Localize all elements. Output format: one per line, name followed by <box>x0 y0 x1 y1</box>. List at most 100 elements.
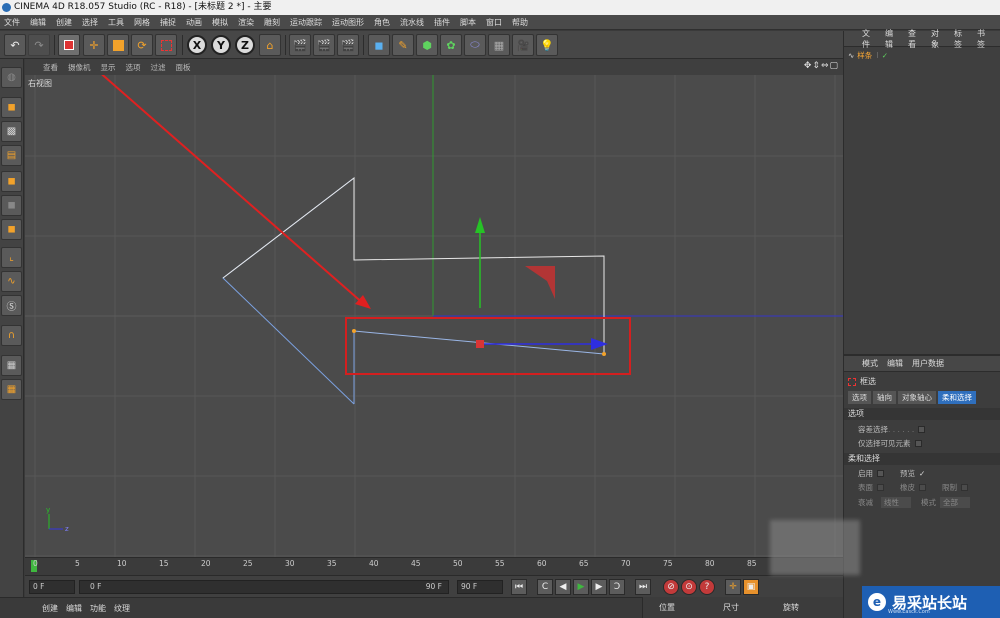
object-manager-menu-item-2[interactable]: 查看 <box>908 28 922 50</box>
floor-button[interactable]: ▦ <box>488 34 510 56</box>
viewport-menu-item-2[interactable]: 显示 <box>101 62 116 73</box>
menu-item-14[interactable]: 流水线 <box>400 17 424 28</box>
move-tool-button[interactable]: ✛ <box>83 34 105 56</box>
axis-mode-button[interactable]: ⌞ <box>1 247 22 268</box>
redo-button[interactable]: ↷ <box>28 34 50 56</box>
tolerant-select-row[interactable]: 容差选择. . . . . . <box>858 424 926 435</box>
object-manager-menu-item-1[interactable]: 编辑 <box>885 28 899 50</box>
menu-item-13[interactable]: 角色 <box>374 17 390 28</box>
y-axis-lock-button[interactable]: Y <box>211 35 231 55</box>
workplane-align-button[interactable]: ▦ <box>1 379 22 400</box>
surface-row[interactable]: 表面 橡皮 限制 <box>858 482 968 493</box>
start-frame-field[interactable]: 0 F <box>29 580 75 594</box>
deformer-button[interactable]: ⬭ <box>464 34 486 56</box>
section-options[interactable]: 选项 <box>844 408 1000 420</box>
restrict-checkbox[interactable] <box>961 484 968 491</box>
recent-tool-button[interactable] <box>155 34 177 56</box>
menu-item-3[interactable]: 选择 <box>82 17 98 28</box>
render-view-button[interactable]: 🎬 <box>289 34 311 56</box>
mode-dropdown[interactable]: 全部 <box>940 497 970 508</box>
render-settings-button[interactable]: 🎬 <box>337 34 359 56</box>
viewport-menu-item-0[interactable]: 查看 <box>43 62 58 73</box>
next-frame-button[interactable]: ▶ <box>591 579 607 595</box>
next-key-button[interactable]: Ↄ <box>609 579 625 595</box>
texture-mode-button[interactable]: ▩ <box>1 121 22 142</box>
menu-edit[interactable]: 编辑 <box>66 603 82 614</box>
previous-frame-button[interactable]: ◀ <box>555 579 571 595</box>
tweak-mode-button[interactable]: ∿ <box>1 271 22 292</box>
end-frame-field[interactable]: 90 F <box>457 580 503 594</box>
attribute-tab-0[interactable]: 选项 <box>848 391 871 404</box>
magnet-button[interactable]: ∩ <box>1 325 22 346</box>
workplane-lock-button[interactable]: ▦ <box>1 355 22 376</box>
light-button[interactable]: 💡 <box>536 34 558 56</box>
enabled-check-icon[interactable]: ✓ <box>882 51 888 60</box>
z-axis-lock-button[interactable]: Z <box>235 35 255 55</box>
falloff-dropdown[interactable]: 线性 <box>881 497 911 508</box>
cube-primitive-button[interactable]: ◼ <box>368 34 390 56</box>
subdivision-surface-button[interactable]: ⬢ <box>416 34 438 56</box>
position-key-button[interactable]: ✛ <box>725 579 741 595</box>
attribute-menu-item-2[interactable]: 用户数据 <box>912 358 944 369</box>
edges-mode-button[interactable]: ◼ <box>1 195 22 216</box>
timeline-ruler[interactable]: 0 5 10 15 20 25 30 35 40 45 50 55 60 65 70 75 80 85 <box>25 557 843 575</box>
snapping-button[interactable]: Ⓢ <box>1 295 22 316</box>
scale-key-button[interactable]: ▣ <box>743 579 759 595</box>
cloner-button[interactable]: ✿ <box>440 34 462 56</box>
render-to-picture-viewer-button[interactable]: 🎬 <box>313 34 335 56</box>
object-manager-menu-item-3[interactable]: 对象 <box>931 28 945 50</box>
menu-item-7[interactable]: 动画 <box>186 17 202 28</box>
attribute-menu-item-1[interactable]: 编辑 <box>887 358 903 369</box>
right-viewport[interactable]: y z 查看 摄像机 显示 选项 过滤 面板 ✥⇕⇔▢ 右视图 <box>25 59 843 557</box>
play-button[interactable]: ▶ <box>573 579 589 595</box>
menu-item-0[interactable]: 文件 <box>4 17 20 28</box>
attribute-tab-1[interactable]: 轴向 <box>873 391 896 404</box>
object-manager-menu-item-4[interactable]: 标签 <box>954 28 968 50</box>
autokeying-button[interactable]: ⊙ <box>681 579 697 595</box>
menu-texture[interactable]: 纹理 <box>114 603 130 614</box>
object-manager-menu-item-0[interactable]: 文件 <box>862 28 876 50</box>
preview-check-icon[interactable]: ✓ <box>919 469 925 478</box>
menu-item-6[interactable]: 捕捉 <box>160 17 176 28</box>
go-to-start-button[interactable]: ⏮ <box>511 579 527 595</box>
menu-item-2[interactable]: 创建 <box>56 17 72 28</box>
pen-spline-button[interactable]: ✎ <box>392 34 414 56</box>
tolerant-select-checkbox[interactable] <box>918 426 926 433</box>
rotate-tool-button[interactable]: ⟳ <box>131 34 153 56</box>
menu-item-11[interactable]: 运动跟踪 <box>290 17 322 28</box>
menu-item-17[interactable]: 窗口 <box>486 17 502 28</box>
attribute-menu-item-0[interactable]: 模式 <box>862 358 878 369</box>
enable-row[interactable]: 启用 预览 ✓ <box>858 468 925 479</box>
object-row-spline[interactable]: ∿ 样条 ⁝ ✓ <box>844 48 1000 62</box>
menu-item-16[interactable]: 脚本 <box>460 17 476 28</box>
live-selection-button[interactable] <box>58 34 80 56</box>
go-to-end-button[interactable]: ⏭ <box>635 579 651 595</box>
menu-item-4[interactable]: 工具 <box>108 17 124 28</box>
coordinate-system-button[interactable]: ⌂ <box>259 34 281 56</box>
viewport-menu-item-1[interactable]: 摄像机 <box>68 62 91 73</box>
model-mode-button[interactable]: ◼ <box>1 97 22 118</box>
viewport-menu-item-4[interactable]: 过滤 <box>151 62 166 73</box>
menu-item-1[interactable]: 编辑 <box>30 17 46 28</box>
menu-item-10[interactable]: 雕刻 <box>264 17 280 28</box>
section-soft-selection[interactable]: 柔和选择 <box>844 453 1000 465</box>
object-manager-menu-item-5[interactable]: 书签 <box>977 28 991 50</box>
polygons-mode-button[interactable]: ◼ <box>1 219 22 240</box>
menu-item-8[interactable]: 模拟 <box>212 17 228 28</box>
x-axis-lock-button[interactable]: X <box>187 35 207 55</box>
viewport-menu-item-5[interactable]: 面板 <box>176 62 191 73</box>
menu-item-9[interactable]: 渲染 <box>238 17 254 28</box>
menu-item-18[interactable]: 帮助 <box>512 17 528 28</box>
make-editable-button[interactable]: ◍ <box>1 67 22 88</box>
menu-create[interactable]: 创建 <box>42 603 58 614</box>
camera-button[interactable]: 🎥 <box>512 34 534 56</box>
record-active-objects-button[interactable]: ⊘ <box>663 579 679 595</box>
viewport-navigation-icons[interactable]: ✥⇕⇔▢ <box>804 61 839 71</box>
attribute-tab-2[interactable]: 对象轴心 <box>898 391 936 404</box>
scale-tool-button[interactable] <box>107 34 129 56</box>
rubber-checkbox[interactable] <box>919 484 926 491</box>
frame-range-slider[interactable]: 0 F 90 F <box>79 580 449 594</box>
previous-key-button[interactable]: C <box>537 579 553 595</box>
workplane-mode-button[interactable]: ▤ <box>1 145 22 166</box>
menu-item-5[interactable]: 网格 <box>134 17 150 28</box>
